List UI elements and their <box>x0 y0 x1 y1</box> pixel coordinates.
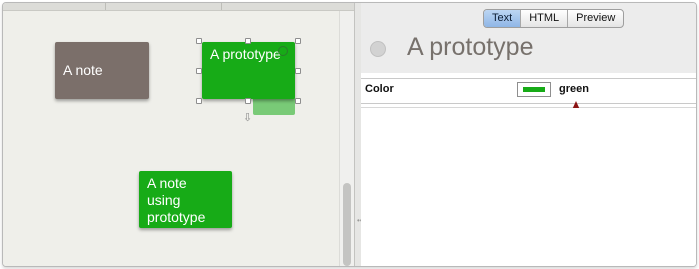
resize-handle[interactable] <box>196 68 202 74</box>
canvas-vertical-scrollbar[interactable] <box>339 11 354 266</box>
resize-handle[interactable] <box>245 38 251 44</box>
color-swatch[interactable] <box>517 82 551 97</box>
note-checkbox-icon[interactable] <box>370 41 386 57</box>
pane-header: Text HTML Preview A prototype <box>361 3 696 73</box>
resize-handle[interactable] <box>196 38 202 44</box>
note-label: A note <box>63 62 103 78</box>
view-mode-segmented-control[interactable]: Text HTML Preview <box>483 9 625 28</box>
canvas-top-bar-divider <box>221 3 222 10</box>
attribute-value-color[interactable]: green <box>559 83 589 95</box>
note-text-area[interactable] <box>361 108 696 266</box>
note-label: A note using prototype <box>147 175 206 225</box>
note-pane: Text HTML Preview A prototype Color gree… <box>361 3 696 266</box>
note-using-prototype[interactable]: A note using prototype <box>139 171 232 228</box>
tab-preview[interactable]: Preview <box>568 10 623 27</box>
note-a-note[interactable]: A note <box>55 42 149 99</box>
drop-down-arrow-icon: ⇩ <box>243 112 253 124</box>
canvas-top-bar-divider <box>105 3 106 10</box>
resize-handle[interactable] <box>295 38 301 44</box>
resize-handle[interactable] <box>295 98 301 104</box>
note-label: A prototype <box>210 46 281 62</box>
canvas-top-bar <box>3 3 354 11</box>
color-swatch-fill <box>523 87 545 92</box>
app-window: A note A prototype ⇩ A note using protot… <box>2 2 697 267</box>
resize-handle[interactable] <box>196 98 202 104</box>
resize-handle[interactable] <box>295 68 301 74</box>
key-attributes-table: Color green <box>361 78 696 104</box>
scrollbar-thumb[interactable] <box>343 183 351 266</box>
tab-html[interactable]: HTML <box>521 10 569 27</box>
note-title[interactable]: A prototype <box>407 33 533 62</box>
tab-text[interactable]: Text <box>484 10 522 27</box>
attribute-name-color: Color <box>365 83 394 95</box>
prototype-link-icon[interactable] <box>278 46 288 56</box>
resize-handle[interactable] <box>245 98 251 104</box>
map-canvas[interactable]: A note A prototype ⇩ A note using protot… <box>3 3 354 266</box>
